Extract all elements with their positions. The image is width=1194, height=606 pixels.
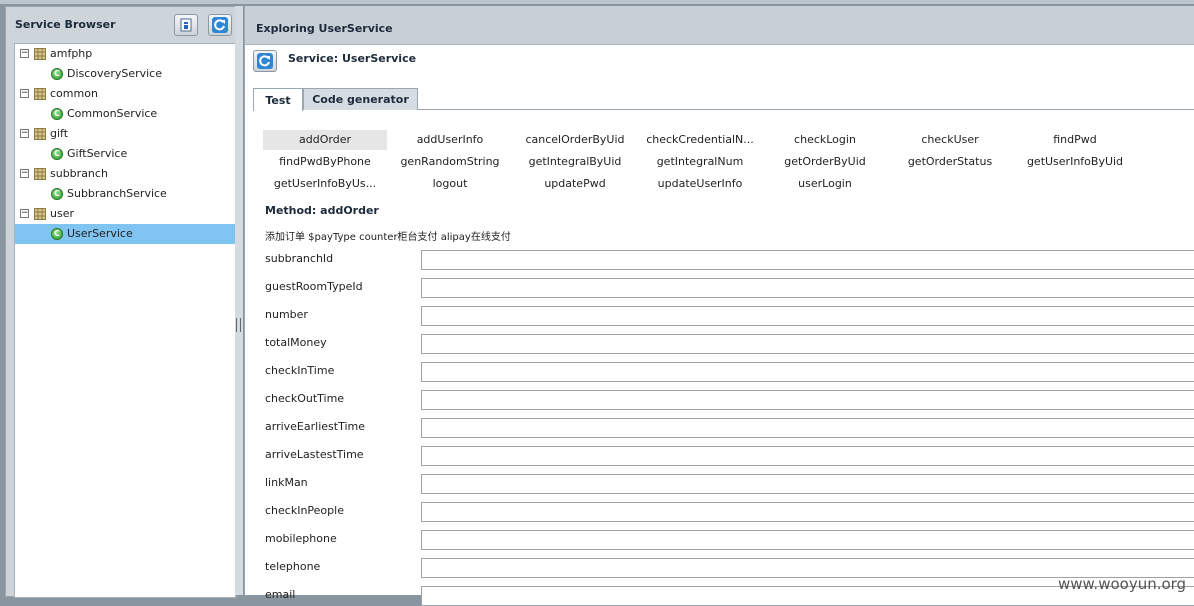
splitter-grip-icon[interactable] xyxy=(236,318,241,332)
package-icon xyxy=(34,48,46,60)
tree-package-user[interactable]: − user xyxy=(15,204,235,224)
param-label: linkMan xyxy=(265,476,308,489)
tree-service-UserService[interactable]: C UserService xyxy=(15,224,235,244)
tree-service-label: CommonService xyxy=(67,107,158,120)
window-top-strip xyxy=(0,0,1194,4)
method-button[interactable]: getOrderStatus xyxy=(888,152,1012,172)
param-input[interactable] xyxy=(421,250,1194,270)
collapse-icon[interactable]: − xyxy=(20,129,29,138)
param-input[interactable] xyxy=(421,418,1194,438)
service-icon: C xyxy=(51,148,63,160)
service-icon: C xyxy=(51,188,63,200)
param-input[interactable] xyxy=(421,390,1194,410)
param-input[interactable] xyxy=(421,306,1194,326)
tree-package-common[interactable]: − common xyxy=(15,84,235,104)
param-input[interactable] xyxy=(421,334,1194,354)
method-button[interactable]: checkLogin xyxy=(763,130,887,150)
param-label: number xyxy=(265,308,308,321)
param-label: mobilephone xyxy=(265,532,337,545)
tree-service-GiftService[interactable]: C GiftService xyxy=(15,144,235,164)
service-browser-panel: Service Browser − amfphp C DiscoveryService… xyxy=(5,6,237,598)
service-tree: − amfphp C DiscoveryService − common C CommonSe… xyxy=(14,43,236,598)
method-button[interactable]: getIntegralNum xyxy=(638,152,762,172)
param-label: subbranchId xyxy=(265,252,334,265)
method-button[interactable]: getUserInfoByUs... xyxy=(263,174,387,194)
refresh-services-button[interactable] xyxy=(208,14,232,36)
package-icon xyxy=(34,168,46,180)
param-input[interactable] xyxy=(421,362,1194,382)
tree-package-amfphp[interactable]: − amfphp xyxy=(15,44,235,64)
tree-package-gift[interactable]: − gift xyxy=(15,124,235,144)
package-icon xyxy=(34,88,46,100)
package-icon xyxy=(34,128,46,140)
param-label: arriveLastestTime xyxy=(265,448,364,461)
refresh-icon xyxy=(212,17,228,33)
method-button[interactable]: genRandomString xyxy=(388,152,512,172)
tree-package-label: amfphp xyxy=(50,47,93,60)
method-description: 添加订单 $payType counter柜台支付 alipay在线支付 xyxy=(265,232,511,243)
method-button[interactable]: getIntegralByUid xyxy=(513,152,637,172)
method-button[interactable]: logout xyxy=(388,174,512,194)
collapse-icon[interactable]: − xyxy=(20,169,29,178)
method-title: Method: addOrder xyxy=(265,204,379,217)
method-button[interactable]: userLogin xyxy=(763,174,887,194)
param-label: arriveEarliestTime xyxy=(265,420,365,433)
refresh-icon xyxy=(257,53,273,69)
tree-package-subbranch[interactable]: − subbranch xyxy=(15,164,235,184)
tree-package-label: common xyxy=(50,87,98,100)
explorer-panel: Exploring UserService Service: UserServi… xyxy=(244,6,1194,606)
method-button[interactable]: updateUserInfo xyxy=(638,174,762,194)
tree-service-label: DiscoveryService xyxy=(67,67,162,80)
param-input[interactable] xyxy=(421,446,1194,466)
method-button[interactable]: findPwdByPhone xyxy=(263,152,387,172)
tree-service-CommonService[interactable]: C CommonService xyxy=(15,104,235,124)
param-label: checkInTime xyxy=(265,364,335,377)
tab-test[interactable]: Test xyxy=(253,88,303,111)
service-name: Service: UserService xyxy=(288,52,417,65)
service-icon: C xyxy=(51,68,63,80)
tree-service-SubbranchService[interactable]: C SubbranchService xyxy=(15,184,235,204)
method-button[interactable]: getOrderByUid xyxy=(763,152,887,172)
watermark: www.wooyun.org xyxy=(1058,575,1187,593)
param-label: totalMoney xyxy=(265,336,327,349)
method-button[interactable]: getUserInfoByUid xyxy=(1013,152,1137,172)
tab-code-generator[interactable]: Code generator xyxy=(303,88,418,110)
package-icon xyxy=(34,208,46,220)
document-icon xyxy=(180,18,192,32)
tree-service-label: GiftService xyxy=(67,147,128,160)
collapse-icon[interactable]: − xyxy=(20,89,29,98)
method-button[interactable]: cancelOrderByUid xyxy=(513,130,637,150)
service-icon: C xyxy=(51,228,63,240)
tree-package-label: gift xyxy=(50,127,69,140)
explorer-header: Exploring UserService xyxy=(245,6,1194,45)
param-label: telephone xyxy=(265,560,321,573)
tree-service-label: UserService xyxy=(67,227,133,240)
refresh-service-button[interactable] xyxy=(253,50,277,72)
param-label: checkInPeople xyxy=(265,504,344,517)
panel-title: Service Browser xyxy=(15,18,116,31)
method-button[interactable]: addOrder xyxy=(263,130,387,150)
collapse-icon[interactable]: − xyxy=(20,209,29,218)
info-button[interactable] xyxy=(174,14,198,36)
tree-package-label: user xyxy=(50,207,74,220)
param-label: checkOutTime xyxy=(265,392,345,405)
tree-service-DiscoveryService[interactable]: C DiscoveryService xyxy=(15,64,235,84)
method-button[interactable]: findPwd xyxy=(1013,130,1137,150)
param-input[interactable] xyxy=(421,530,1194,550)
param-label: guestRoomTypeId xyxy=(265,280,363,293)
panel-splitter[interactable] xyxy=(235,6,243,595)
method-button[interactable]: updatePwd xyxy=(513,174,637,194)
tree-service-label: SubbranchService xyxy=(67,187,167,200)
collapse-icon[interactable]: − xyxy=(20,49,29,58)
explorer-title: Exploring UserService xyxy=(256,22,393,35)
method-button[interactable]: addUserInfo xyxy=(388,130,512,150)
param-input[interactable] xyxy=(421,502,1194,522)
service-icon: C xyxy=(51,108,63,120)
tree-package-label: subbranch xyxy=(50,167,108,180)
param-input[interactable] xyxy=(421,474,1194,494)
method-button[interactable]: checkCredentialN... xyxy=(638,130,762,150)
method-button[interactable]: checkUser xyxy=(888,130,1012,150)
param-input[interactable] xyxy=(421,278,1194,298)
